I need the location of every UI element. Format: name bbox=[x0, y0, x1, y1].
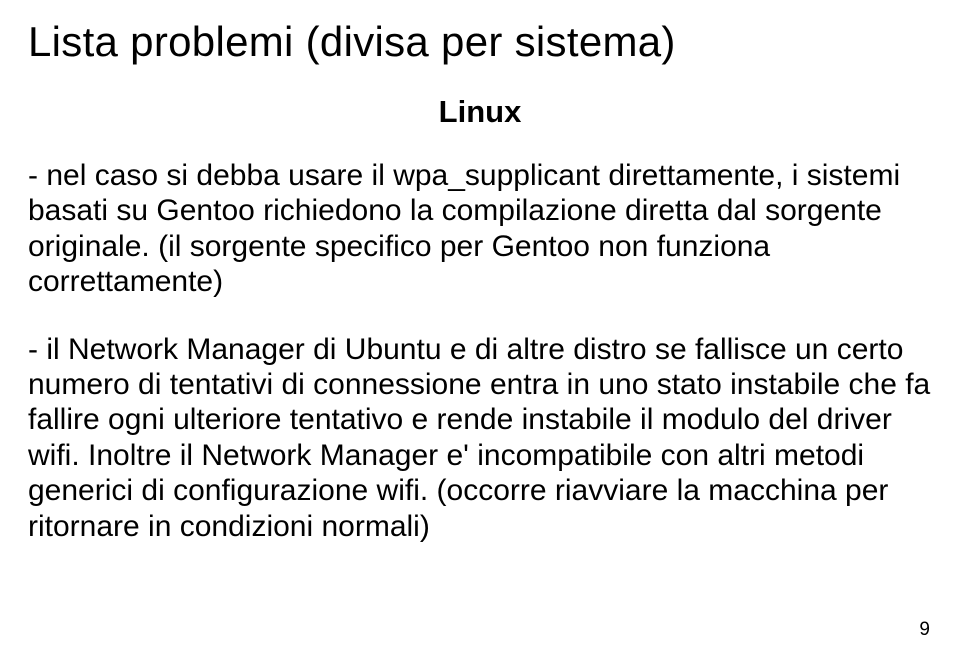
slide-title: Lista problemi (divisa per sistema) bbox=[28, 18, 932, 66]
page-number: 9 bbox=[919, 619, 930, 641]
paragraph-1: - nel caso si debba usare il wpa_supplic… bbox=[28, 158, 932, 300]
paragraph-2: - il Network Manager di Ubuntu e di altr… bbox=[28, 332, 932, 544]
slide-subtitle: Linux bbox=[28, 94, 932, 130]
